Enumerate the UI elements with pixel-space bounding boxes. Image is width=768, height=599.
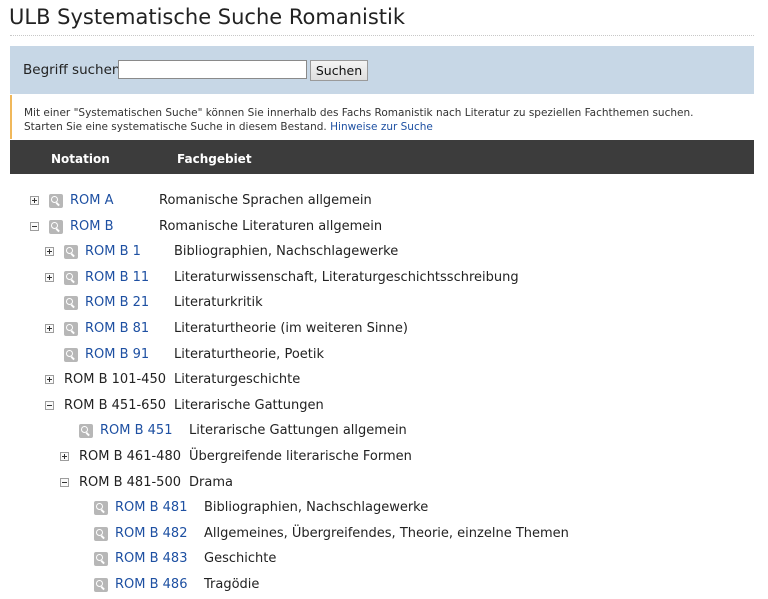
notation-range: ROM B 461-480	[79, 449, 181, 464]
fachgebiet-label: Allgemeines, Übergreifendes, Theorie, ei…	[204, 526, 569, 541]
expand-icon[interactable]	[45, 273, 54, 282]
notation-range: ROM B 101-450	[64, 372, 166, 387]
fachgebiet-label: Literaturwissenschaft, Literaturgeschich…	[174, 270, 519, 285]
fachgebiet-label: Literarische Gattungen allgemein	[189, 423, 407, 438]
fachgebiet-label: Romanische Sprachen allgemein	[159, 193, 372, 208]
column-header-notation: Notation	[51, 152, 110, 166]
tree-row: ROM B 481-500 Drama	[0, 475, 740, 497]
fachgebiet-label: Literarische Gattungen	[174, 398, 324, 413]
search-magnifier-icon[interactable]	[64, 245, 78, 259]
search-magnifier-icon[interactable]	[64, 348, 78, 362]
search-magnifier-icon[interactable]	[64, 322, 78, 336]
info-start-text: Starten Sie eine systematische Suche in …	[24, 121, 327, 133]
fachgebiet-label: Drama	[189, 475, 233, 490]
expand-icon[interactable]	[45, 375, 54, 384]
tree-row: ROM B 482 Allgemeines, Übergreifendes, Th…	[0, 526, 740, 548]
notation-link[interactable]: ROM B 481	[115, 500, 187, 515]
notation-range: ROM B 481-500	[79, 475, 181, 490]
fachgebiet-label: Literaturkritik	[174, 295, 263, 310]
fachgebiet-label: Bibliographien, Nachschlagewerke	[204, 500, 429, 515]
search-magnifier-icon[interactable]	[64, 296, 78, 310]
expand-icon[interactable]	[60, 452, 69, 461]
notation-link[interactable]: ROM B 451	[100, 423, 172, 438]
title-divider	[10, 35, 754, 36]
notation-link[interactable]: ROM B 91	[85, 347, 149, 362]
search-magnifier-icon[interactable]	[64, 271, 78, 285]
tree-row: ROM B 11 Literaturwissenschaft, Literatur…	[0, 270, 740, 292]
tree-row: ROM B 481 Bibliographien, Nachschlagewerk…	[0, 500, 740, 522]
expand-icon[interactable]	[45, 247, 54, 256]
fachgebiet-label: Literaturtheorie, Poetik	[174, 347, 325, 362]
search-magnifier-icon[interactable]	[49, 194, 63, 208]
tree-row: ROM B 101-450 Literaturgeschichte	[0, 372, 740, 394]
notation-link[interactable]: ROM B 21	[85, 295, 149, 310]
search-panel: Begriff suchen Suchen	[10, 46, 754, 94]
info-text: Mit einer "Systematischen Suche" können …	[24, 107, 694, 119]
notation-range: ROM B 451-650	[64, 398, 166, 413]
notation-link[interactable]: ROM B 1	[85, 244, 141, 259]
collapse-icon[interactable]	[30, 222, 39, 231]
search-magnifier-icon[interactable]	[94, 552, 108, 566]
help-link[interactable]: Hinweise zur Suche	[330, 121, 433, 133]
fachgebiet-label: Literaturtheorie (im weiteren Sinne)	[174, 321, 408, 336]
notation-link[interactable]: ROM B 486	[115, 577, 187, 592]
tree-row: ROM B 451-650 Literarische Gattungen	[0, 398, 740, 420]
tree-row: ROM B 451 Literarische Gattungen allgemei…	[0, 423, 740, 445]
fachgebiet-label: Bibliographien, Nachschlagewerke	[174, 244, 399, 259]
tree-row: ROM B 483 Geschichte	[0, 551, 740, 573]
fachgebiet-label: Romanische Literaturen allgemein	[159, 219, 383, 234]
tree-row: ROM B 21 Literaturkritik	[0, 295, 740, 317]
fachgebiet-label: Übergreifende literarische Formen	[189, 449, 412, 464]
info-box: Mit einer "Systematischen Suche" können …	[10, 95, 754, 139]
page-title: ULB Systematische Suche Romanistik	[9, 5, 406, 29]
tree-row: ROM A Romanische Sprachen allgemein	[0, 193, 740, 215]
column-header-fachgebiet: Fachgebiet	[177, 152, 252, 166]
tree-row: ROM B 91 Literaturtheorie, Poetik	[0, 347, 740, 369]
notation-link[interactable]: ROM B 482	[115, 526, 187, 541]
search-input[interactable]	[118, 60, 307, 79]
notation-link[interactable]: ROM B 81	[85, 321, 149, 336]
fachgebiet-label: Literaturgeschichte	[174, 372, 301, 387]
fachgebiet-label: Tragödie	[204, 577, 260, 592]
notation-link[interactable]: ROM B 11	[85, 270, 149, 285]
collapse-icon[interactable]	[60, 478, 69, 487]
notation-link[interactable]: ROM A	[70, 193, 114, 208]
fachgebiet-label: Geschichte	[204, 551, 277, 566]
expand-icon[interactable]	[30, 196, 39, 205]
search-magnifier-icon[interactable]	[94, 578, 108, 592]
tree-row: ROM B 81 Literaturtheorie (im weiteren Si…	[0, 321, 740, 343]
tree-row: ROM B 461-480 Übergreifende literarische …	[0, 449, 740, 471]
search-button[interactable]: Suchen	[310, 60, 368, 81]
search-magnifier-icon[interactable]	[94, 501, 108, 515]
expand-icon[interactable]	[45, 324, 54, 333]
tree-row: ROM B 1 Bibliographien, Nachschlagewerke	[0, 244, 740, 266]
search-magnifier-icon[interactable]	[49, 220, 63, 234]
collapse-icon[interactable]	[45, 401, 54, 410]
notation-link[interactable]: ROM B 483	[115, 551, 187, 566]
search-magnifier-icon[interactable]	[79, 424, 93, 438]
tree-row: ROM B Romanische Literaturen allgemein	[0, 219, 740, 241]
table-header: Notation Fachgebiet	[10, 140, 754, 174]
search-magnifier-icon[interactable]	[94, 527, 108, 541]
notation-link[interactable]: ROM B	[70, 219, 114, 234]
info-text-2: Starten Sie eine systematische Suche in …	[24, 121, 433, 133]
tree-row: ROM B 486 Tragödie	[0, 577, 740, 599]
search-label: Begriff suchen	[23, 62, 121, 78]
